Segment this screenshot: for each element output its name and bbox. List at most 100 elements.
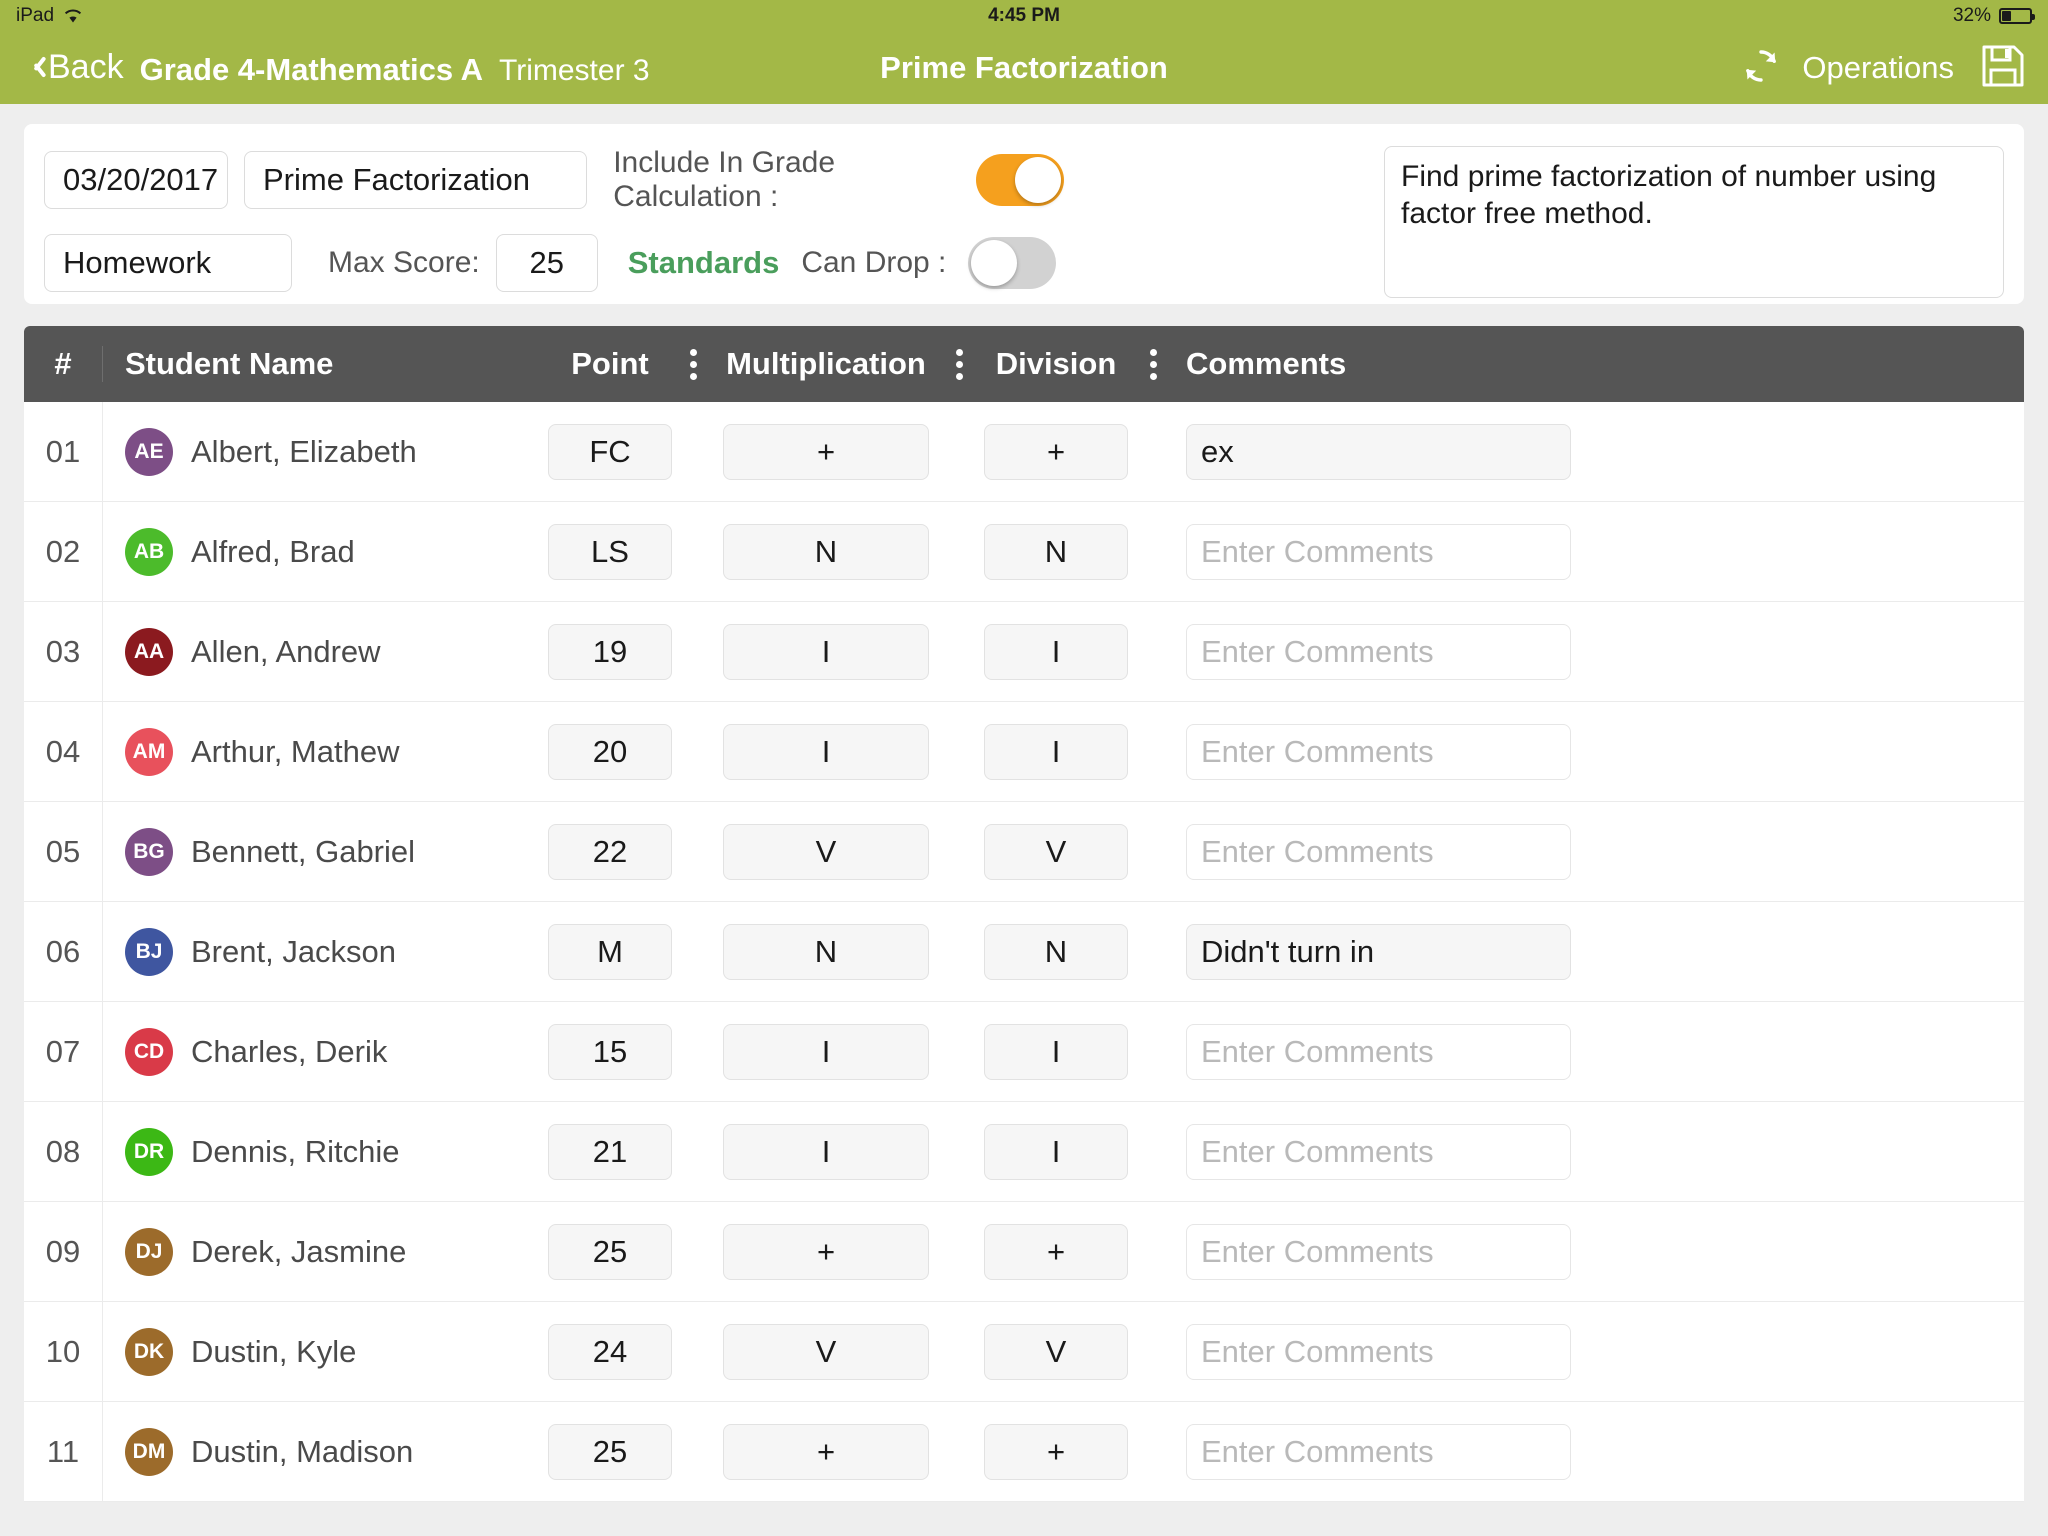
multiplication-input[interactable]: V (723, 1323, 929, 1380)
row-number: 11 (46, 1433, 80, 1469)
table-header-row: # Student Name Point Multiplication Divi… (24, 326, 2024, 402)
table-row: 07 CD Charles, Derik 15 I I Enter Comments (24, 1002, 2024, 1102)
date-field[interactable]: 03/20/2017 (44, 151, 228, 209)
division-input[interactable]: N (984, 923, 1128, 980)
comments-input[interactable]: Enter Comments (1186, 1323, 1571, 1380)
form-row-1: 03/20/2017 Prime Factorization Include I… (44, 146, 1064, 214)
multiplication-cell: N (710, 523, 942, 580)
standards-link[interactable]: Standards (628, 245, 780, 281)
point-input[interactable]: 20 (548, 723, 672, 780)
comments-input[interactable]: Didn't turn in (1186, 923, 1571, 980)
avatar: BG (125, 827, 173, 876)
multiplication-input[interactable]: I (723, 1023, 929, 1080)
form-left-column: 03/20/2017 Prime Factorization Include I… (44, 146, 1064, 292)
row-number: 01 (45, 433, 81, 469)
comments-input[interactable]: Enter Comments (1186, 1023, 1571, 1080)
comments-input[interactable]: Enter Comments (1186, 723, 1571, 780)
division-cell: N (976, 923, 1136, 980)
division-column-menu-icon[interactable] (1136, 348, 1170, 380)
comments-input[interactable]: Enter Comments (1186, 623, 1571, 680)
category-field[interactable]: Homework (44, 234, 292, 292)
multiplication-column-menu-icon[interactable] (942, 348, 976, 380)
comments-cell: ex (1170, 423, 2024, 480)
avatar: DM (125, 1427, 173, 1476)
point-input[interactable]: 21 (548, 1123, 672, 1180)
point-cell: 20 (544, 723, 676, 780)
student-name-cell: DJ Derek, Jasmine (102, 1202, 544, 1301)
clock: 4:45 PM (988, 5, 1060, 26)
comments-input[interactable]: Enter Comments (1186, 823, 1571, 880)
comments-cell: Enter Comments (1170, 623, 2024, 680)
student-name-label: Bennett, Gabriel (191, 833, 416, 869)
division-input[interactable]: V (984, 1323, 1128, 1380)
point-input[interactable]: 25 (548, 1423, 672, 1480)
table-row: 10 DK Dustin, Kyle 24 V V Enter Comments (24, 1302, 2024, 1402)
division-input[interactable]: I (984, 723, 1128, 780)
comments-input[interactable]: Enter Comments (1186, 1123, 1571, 1180)
multiplication-input[interactable]: + (723, 1423, 929, 1480)
back-button[interactable]: Back (26, 48, 124, 87)
avatar: AB (125, 527, 173, 576)
operations-button[interactable]: Operations (1740, 45, 1954, 92)
avatar: DK (125, 1327, 173, 1376)
division-cell: + (976, 423, 1136, 480)
comments-input[interactable]: ex (1186, 423, 1571, 480)
division-input[interactable]: + (984, 1423, 1128, 1480)
point-cell: 25 (544, 1223, 676, 1280)
point-input[interactable]: 15 (548, 1023, 672, 1080)
student-name-cell: DK Dustin, Kyle (102, 1302, 544, 1401)
student-name-label: Dustin, Madison (191, 1433, 414, 1469)
division-input[interactable]: + (984, 423, 1128, 480)
include-in-grade-toggle[interactable] (976, 154, 1064, 206)
multiplication-input[interactable]: V (723, 823, 929, 880)
multiplication-cell: V (710, 1323, 942, 1380)
course-title: Grade 4-Mathematics A (139, 52, 484, 88)
can-drop-toggle[interactable] (968, 237, 1057, 289)
division-cell: I (976, 723, 1136, 780)
point-input[interactable]: 19 (548, 623, 672, 680)
division-input[interactable]: N (984, 523, 1128, 580)
comments-input[interactable]: Enter Comments (1186, 1223, 1571, 1280)
point-input[interactable]: M (548, 923, 672, 980)
comments-input[interactable]: Enter Comments (1186, 523, 1571, 580)
multiplication-input[interactable]: N (723, 923, 929, 980)
table-row: 09 DJ Derek, Jasmine 25 + + Enter Comments (24, 1202, 2024, 1302)
comments-input[interactable]: Enter Comments (1186, 1423, 1571, 1480)
comments-cell: Didn't turn in (1170, 923, 2024, 980)
student-name-label: Alfred, Brad (191, 533, 355, 569)
student-name-label: Brent, Jackson (191, 933, 397, 969)
comments-cell: Enter Comments (1170, 1423, 2024, 1480)
multiplication-input[interactable]: I (723, 723, 929, 780)
point-column-menu-icon[interactable] (676, 348, 710, 380)
point-input[interactable]: 22 (548, 823, 672, 880)
table-row: 06 BJ Brent, Jackson M N N Didn't turn in (24, 902, 2024, 1002)
term-label: Trimester 3 (499, 54, 650, 88)
table-row: 04 AM Arthur, Mathew 20 I I Enter Comments (24, 702, 2024, 802)
division-input[interactable]: V (984, 823, 1128, 880)
multiplication-input[interactable]: + (723, 1223, 929, 1280)
multiplication-input[interactable]: I (723, 1123, 929, 1180)
avatar: AE (125, 427, 173, 476)
student-name-cell: BG Bennett, Gabriel (102, 802, 544, 901)
nav-bar: Back Grade 4-Mathematics A Trimester 3 P… (0, 32, 2048, 104)
description-field[interactable]: Find prime factorization of number using… (1384, 146, 2004, 298)
multiplication-input[interactable]: I (723, 623, 929, 680)
point-input[interactable]: LS (548, 523, 672, 580)
comments-cell: Enter Comments (1170, 1323, 2024, 1380)
point-input[interactable]: 25 (548, 1223, 672, 1280)
max-score-field[interactable]: 25 (495, 234, 598, 292)
division-input[interactable]: + (984, 1223, 1128, 1280)
assignment-title-field[interactable]: Prime Factorization (244, 151, 588, 209)
multiplication-input[interactable]: + (723, 423, 929, 480)
point-input[interactable]: FC (548, 423, 672, 480)
table-row: 05 BG Bennett, Gabriel 22 V V Enter Comments (24, 802, 2024, 902)
column-header-division: Division (995, 346, 1117, 381)
division-input[interactable]: I (984, 1123, 1128, 1180)
division-input[interactable]: I (984, 1023, 1128, 1080)
student-name-cell: AB Alfred, Brad (102, 502, 544, 601)
save-floppy-icon[interactable] (1980, 43, 2026, 94)
point-input[interactable]: 24 (548, 1323, 672, 1380)
multiplication-input[interactable]: N (723, 523, 929, 580)
multiplication-cell: + (710, 1223, 942, 1280)
division-input[interactable]: I (984, 623, 1128, 680)
